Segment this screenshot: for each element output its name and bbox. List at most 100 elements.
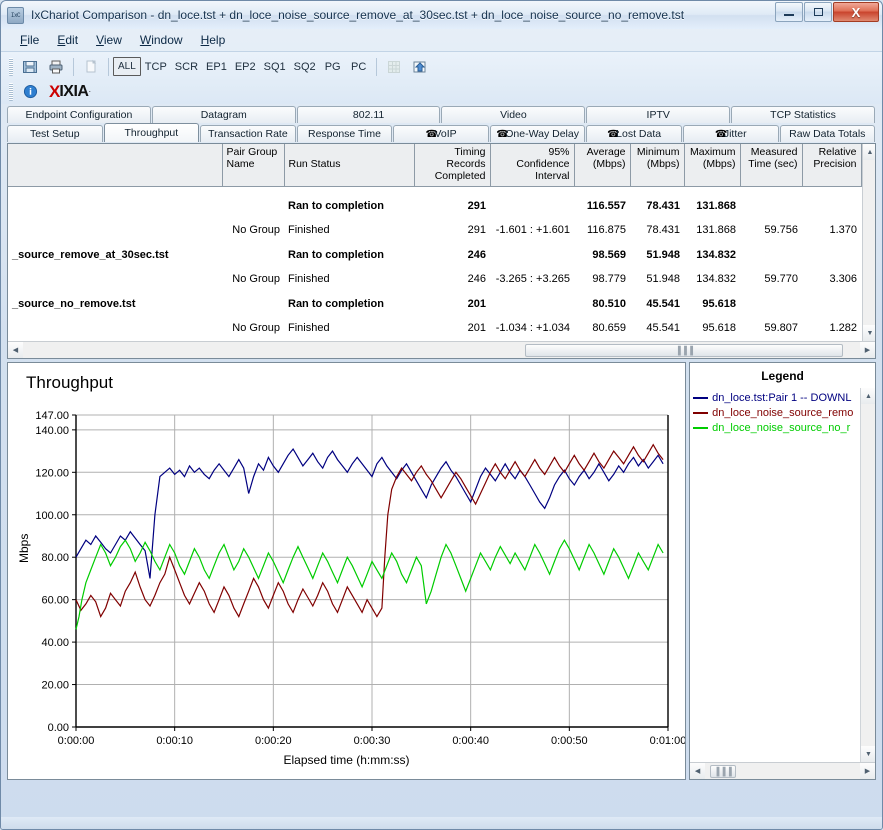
tab-802-11[interactable]: 802.11 (296, 106, 441, 123)
filter-all-button[interactable]: ALL (113, 57, 141, 76)
tab-video[interactable]: Video (441, 106, 586, 123)
tab-label: Endpoint Configuration (25, 109, 133, 121)
tab-row-metrics: Test Setup Throughput Transaction Rate R… (7, 123, 876, 142)
cell-average: 116.557 (586, 199, 626, 212)
info-icon[interactable] (18, 81, 42, 103)
h-scroll-thumb[interactable]: ▐▐▐ (525, 343, 844, 357)
legend-item[interactable]: dn_loce.tst:Pair 1 -- DOWNL (693, 390, 860, 405)
table-row[interactable]: _source_remove_at_30sec.tst Ran to compl… (8, 243, 861, 268)
legend-item[interactable]: dn_loce_noise_source_no_r (693, 420, 860, 435)
tab-label: Throughput (124, 127, 179, 139)
column-header-relative-precision[interactable]: Relative Precision (802, 144, 862, 187)
column-header-minimum[interactable]: Minimum (Mbps) (630, 144, 685, 187)
scroll-up-icon[interactable]: ▲ (862, 144, 875, 160)
tab-transaction-rate[interactable]: Transaction Rate (200, 125, 296, 142)
column-header-confidence-interval[interactable]: 95% Confidence Interval (490, 144, 575, 187)
legend-h-scroll-track[interactable]: ▐▐▐ (705, 764, 860, 779)
table-row[interactable]: No Group Finished 201 -1.034 : +1.034 80… (8, 317, 861, 342)
scroll-right-icon[interactable]: ▶ (860, 763, 875, 779)
cell-run-status: Finished (288, 322, 330, 335)
column-header-run-status[interactable]: Run Status (284, 144, 415, 187)
chart-y-tick-label: 140.00 (35, 425, 69, 437)
menu-item-help[interactable]: Help (192, 31, 235, 49)
filter-ep1-button[interactable]: EP1 (202, 57, 231, 76)
tab-voip[interactable]: ☎ VoIP (393, 125, 489, 142)
column-header-maximum[interactable]: Maximum (Mbps) (684, 144, 741, 187)
tab-jitter[interactable]: ☎ Jitter (682, 125, 779, 142)
cell-minimum: 51.948 (646, 273, 680, 286)
filter-sq2-button[interactable]: SQ2 (290, 57, 320, 76)
chart-y-tick-label: 147.00 (35, 410, 69, 422)
maximize-button[interactable] (804, 2, 832, 22)
h-scroll-track[interactable]: ▐▐▐ (23, 343, 860, 358)
scroll-left-icon[interactable]: ◀ (8, 342, 23, 358)
table-row[interactable]: _source_no_remove.tst Ran to completion … (8, 292, 861, 317)
filter-pg-button[interactable]: PG (320, 57, 346, 76)
copy-icon[interactable] (79, 56, 103, 78)
menu-item-edit[interactable]: Edit (48, 31, 87, 49)
cell-confidence: -1.601 : +1.601 (495, 224, 570, 237)
tab-lost-data[interactable]: ☎ Lost Data (586, 125, 682, 142)
throughput-chart[interactable]: 0.00 20.00 40.00 60.00 80.00 100.00 120.00 140.… (8, 363, 686, 779)
cell-maximum: 134.832 (696, 273, 736, 286)
scroll-down-icon[interactable]: ▼ (862, 325, 875, 341)
header-line-2: (Mbps) (702, 158, 736, 170)
legend-item-label: dn_loce.tst:Pair 1 -- DOWNL (712, 391, 852, 404)
scroll-right-icon[interactable]: ▶ (860, 342, 875, 358)
export-icon[interactable] (408, 56, 432, 78)
scroll-up-icon[interactable]: ▲ (861, 388, 875, 404)
chart-y-tick-label: 40.00 (41, 637, 69, 649)
filter-ep2-button[interactable]: EP2 (231, 57, 260, 76)
tab-tcp-statistics[interactable]: TCP Statistics (731, 106, 875, 123)
chart-y-tick-label: 120.00 (35, 467, 69, 479)
menu-accel-view: V (96, 33, 104, 47)
table-row[interactable]: Ran to completion 291 116.557 78.431 131… (8, 194, 861, 219)
scroll-left-icon[interactable]: ◀ (690, 763, 706, 779)
column-header-measured-time[interactable]: Measured Time (sec) (740, 144, 803, 187)
legend-item[interactable]: dn_loce_noise_source_remo (693, 405, 860, 420)
tab-raw-data-totals[interactable]: Raw Data Totals (779, 125, 876, 142)
column-header-average[interactable]: Average (Mbps) (574, 144, 631, 187)
menu-label-view: iew (103, 33, 122, 47)
tab-response-time[interactable]: Response Time (296, 125, 393, 142)
header-line-1: Minimum (636, 146, 680, 158)
filter-sq1-button[interactable]: SQ1 (260, 57, 290, 76)
tab-endpoint-configuration[interactable]: Endpoint Configuration (7, 106, 151, 123)
header-line-1: Measured (750, 146, 798, 158)
toolbar-grip[interactable] (9, 57, 13, 76)
tab-label: TCP Statistics (770, 109, 836, 121)
menu-item-view[interactable]: View (87, 31, 131, 49)
menu-item-file[interactable]: File (11, 31, 48, 49)
scroll-down-icon[interactable]: ▼ (861, 746, 875, 762)
filter-pc-button[interactable]: PC (346, 57, 372, 76)
tab-throughput[interactable]: Throughput (103, 123, 200, 142)
save-icon[interactable] (18, 56, 42, 78)
close-button[interactable]: X (833, 2, 879, 22)
print-icon[interactable] (44, 56, 68, 78)
legend-horizontal-scrollbar[interactable]: ◀ ▐▐▐ ▶ (690, 762, 875, 779)
column-header-test-name[interactable] (8, 144, 223, 187)
chart-x-tick-label: 0:00:00 (58, 735, 95, 747)
results-table-scroll: Pair Group Name Run Status Timing Records… (8, 144, 875, 341)
table-row[interactable]: No Group Finished 246 -3.265 : +3.265 98… (8, 268, 861, 293)
legend-vertical-scrollbar[interactable]: ▲ ▼ (860, 388, 875, 762)
tab-datagram[interactable]: Datagram (151, 106, 296, 123)
table-row[interactable]: No Group Finished 291 -1.601 : +1.601 11… (8, 219, 861, 244)
cell-timing-records: 291 (467, 199, 486, 212)
cell-maximum: 95.618 (702, 322, 736, 335)
legend-h-scroll-thumb[interactable]: ▐▐▐ (709, 764, 737, 778)
filter-scr-button[interactable]: SCR (171, 57, 202, 76)
phone-icon: ☎ (714, 128, 728, 140)
brand-toolbar-grip[interactable] (9, 82, 13, 101)
filter-tcp-button[interactable]: TCP (141, 57, 171, 76)
tab-one-way-delay[interactable]: ☎ One-Way Delay (489, 125, 586, 142)
minimize-button[interactable] (775, 2, 803, 22)
cell-measured-time: 59.770 (764, 273, 798, 286)
tab-iptv[interactable]: IPTV (586, 106, 731, 123)
menu-item-window[interactable]: Window (131, 31, 192, 49)
tab-test-setup[interactable]: Test Setup (7, 125, 103, 142)
column-header-timing-records[interactable]: Timing Records Completed (414, 144, 491, 187)
column-header-pair-group-name[interactable]: Pair Group Name (222, 144, 285, 187)
table-horizontal-scrollbar[interactable]: ◀ ▐▐▐ ▶ (8, 341, 875, 358)
table-vertical-scrollbar[interactable]: ▲ ▼ (861, 144, 875, 341)
